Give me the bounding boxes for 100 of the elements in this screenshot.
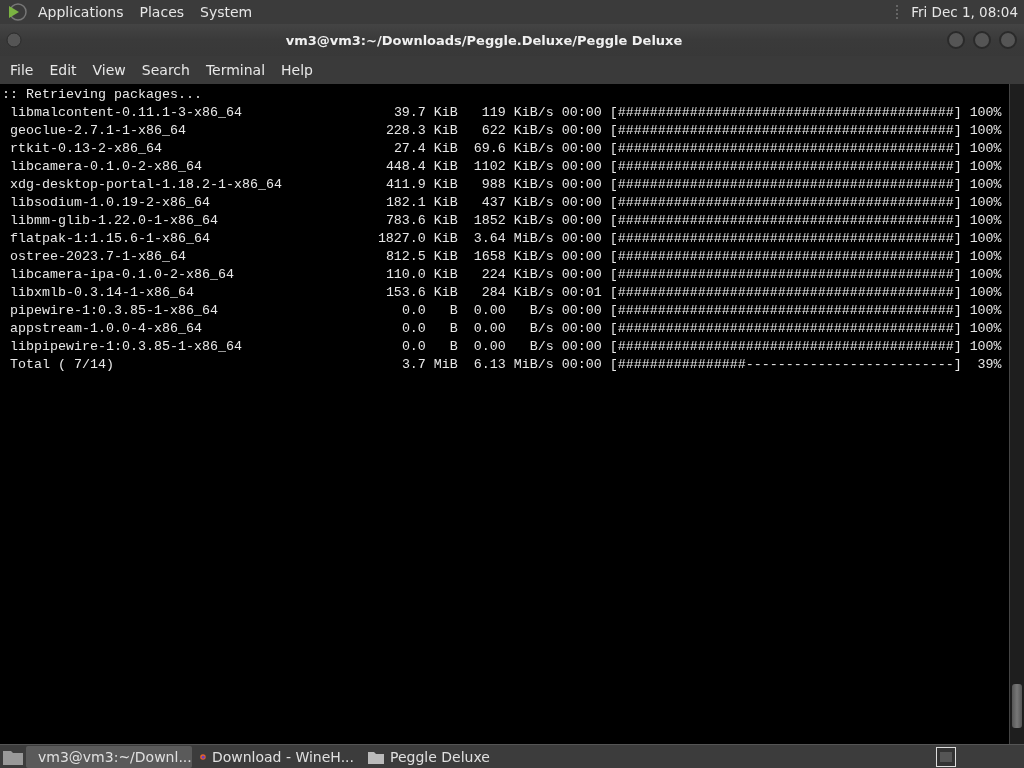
progress-bar-text: [##########################################] — [609, 194, 962, 212]
workspace-icon[interactable] — [936, 747, 956, 767]
download-size: 153.6 — [384, 284, 426, 302]
size-unit: KiB — [433, 158, 458, 176]
progress-percent: 100% — [969, 302, 1002, 320]
elapsed-time: 00:00 — [561, 356, 602, 374]
transfer-rate: 1658 — [472, 248, 506, 266]
rate-unit: KiB/s — [513, 122, 554, 140]
elapsed-time: 00:00 — [561, 122, 602, 140]
menu-item[interactable]: Help — [273, 62, 321, 78]
scrollbar[interactable] — [1009, 84, 1024, 744]
transfer-rate: 224 — [480, 266, 506, 284]
download-size: 27.4 — [392, 140, 426, 158]
rate-unit: MiB/s — [513, 230, 554, 248]
progress-bar-text: [##########################################] — [609, 266, 962, 284]
rate-unit: B/s — [528, 320, 554, 338]
progress-bar-text: [##########################################] — [609, 302, 962, 320]
menu-item[interactable]: Terminal — [197, 62, 274, 78]
package-name: Total ( 7/14) — [10, 356, 115, 374]
progress-percent: 39% — [976, 356, 1002, 374]
progress-bar-text: [##########################################] — [609, 248, 962, 266]
show-desktop-icon[interactable] — [2, 748, 24, 766]
transfer-rate: 0.00 — [472, 338, 506, 356]
package-name: libpipewire-1:0.3.85-1-x86_64 — [10, 338, 243, 356]
elapsed-time: 00:00 — [561, 338, 602, 356]
transfer-rate: 988 — [480, 176, 506, 194]
panel-menu[interactable]: Applications — [32, 4, 130, 20]
size-unit: KiB — [433, 212, 458, 230]
progress-percent: 100% — [969, 320, 1002, 338]
elapsed-time: 00:00 — [561, 212, 602, 230]
package-name: ostree-2023.7-1-x86_64 — [10, 248, 187, 266]
download-size: 411.9 — [384, 176, 426, 194]
progress-bar-text: [##########################################] — [609, 230, 962, 248]
transfer-rate: 1852 — [472, 212, 506, 230]
elapsed-time: 00:00 — [561, 230, 602, 248]
maximize-button[interactable] — [972, 30, 992, 50]
menu-item[interactable]: Edit — [41, 62, 85, 78]
progress-percent: 100% — [969, 266, 1002, 284]
rate-unit: KiB/s — [513, 212, 554, 230]
window-title: vm3@vm3:~/Downloads/Peggle.Deluxe/Peggle Deluxe — [284, 32, 684, 48]
menu-logo-icon[interactable] — [6, 2, 28, 22]
progress-percent: 100% — [969, 230, 1002, 248]
progress-bar-text: [##########################################] — [609, 338, 962, 356]
window-menu-icon[interactable] — [6, 32, 22, 48]
rate-unit: B/s — [528, 302, 554, 320]
elapsed-time: 00:00 — [561, 158, 602, 176]
size-unit: KiB — [433, 104, 458, 122]
rate-unit: KiB/s — [513, 284, 554, 302]
progress-percent: 100% — [969, 158, 1002, 176]
download-size: 783.6 — [384, 212, 426, 230]
size-unit: KiB — [433, 140, 458, 158]
size-unit: KiB — [433, 248, 458, 266]
progress-percent: 100% — [969, 248, 1002, 266]
download-size: 228.3 — [384, 122, 426, 140]
progress-bar-text: [##########################################] — [609, 158, 962, 176]
size-unit: KiB — [433, 194, 458, 212]
progress-bar-text: [##########################################] — [609, 212, 962, 230]
transfer-rate: 69.6 — [472, 140, 506, 158]
menu-item[interactable]: View — [84, 62, 134, 78]
elapsed-time: 00:01 — [561, 284, 602, 302]
clock[interactable]: Fri Dec 1, 08:04 — [911, 4, 1018, 20]
download-size: 0.0 — [400, 320, 426, 338]
transfer-rate: 284 — [480, 284, 506, 302]
package-name: libxmlb-0.3.14-1-x86_64 — [10, 284, 195, 302]
progress-percent: 100% — [969, 104, 1002, 122]
package-name: libcamera-0.1.0-2-x86_64 — [10, 158, 203, 176]
elapsed-time: 00:00 — [561, 302, 602, 320]
progress-bar-text: [##########################################] — [609, 104, 962, 122]
size-unit: KiB — [433, 230, 458, 248]
progress-percent: 100% — [969, 212, 1002, 230]
package-name: pipewire-1:0.3.85-1-x86_64 — [10, 302, 219, 320]
panel-menu[interactable]: Places — [133, 4, 191, 20]
folder-icon — [368, 750, 384, 764]
transfer-rate: 3.64 — [472, 230, 506, 248]
terminal-header: :: Retrieving packages... — [2, 86, 202, 104]
transfer-rate: 0.00 — [472, 320, 506, 338]
elapsed-time: 00:00 — [561, 104, 602, 122]
package-name: appstream-1.0.0-4-x86_64 — [10, 320, 203, 338]
progress-percent: 100% — [969, 140, 1002, 158]
taskbar-button[interactable]: Peggle Deluxe — [362, 746, 528, 768]
taskbar-button[interactable]: Download - WineH... — [194, 746, 360, 768]
download-size: 182.1 — [384, 194, 426, 212]
close-button[interactable] — [998, 30, 1018, 50]
download-size: 448.4 — [384, 158, 426, 176]
package-name: geoclue-2.7.1-1-x86_64 — [10, 122, 187, 140]
transfer-rate: 622 — [480, 122, 506, 140]
minimize-button[interactable] — [946, 30, 966, 50]
menu-item[interactable]: Search — [133, 62, 198, 78]
elapsed-time: 00:00 — [561, 320, 602, 338]
panel-menu[interactable]: System — [194, 4, 259, 20]
progress-bar-text: [##########################################] — [609, 176, 962, 194]
progress-percent: 100% — [969, 122, 1002, 140]
rate-unit: KiB/s — [513, 140, 554, 158]
elapsed-time: 00:00 — [561, 266, 602, 284]
taskbar-button[interactable]: vm3@vm3:~/Downl... — [26, 746, 192, 768]
package-name: rtkit-0.13-2-x86_64 — [10, 140, 163, 158]
size-unit: MiB — [433, 356, 458, 374]
elapsed-time: 00:00 — [561, 176, 602, 194]
menu-item[interactable]: File — [2, 62, 42, 78]
size-unit: KiB — [433, 266, 458, 284]
